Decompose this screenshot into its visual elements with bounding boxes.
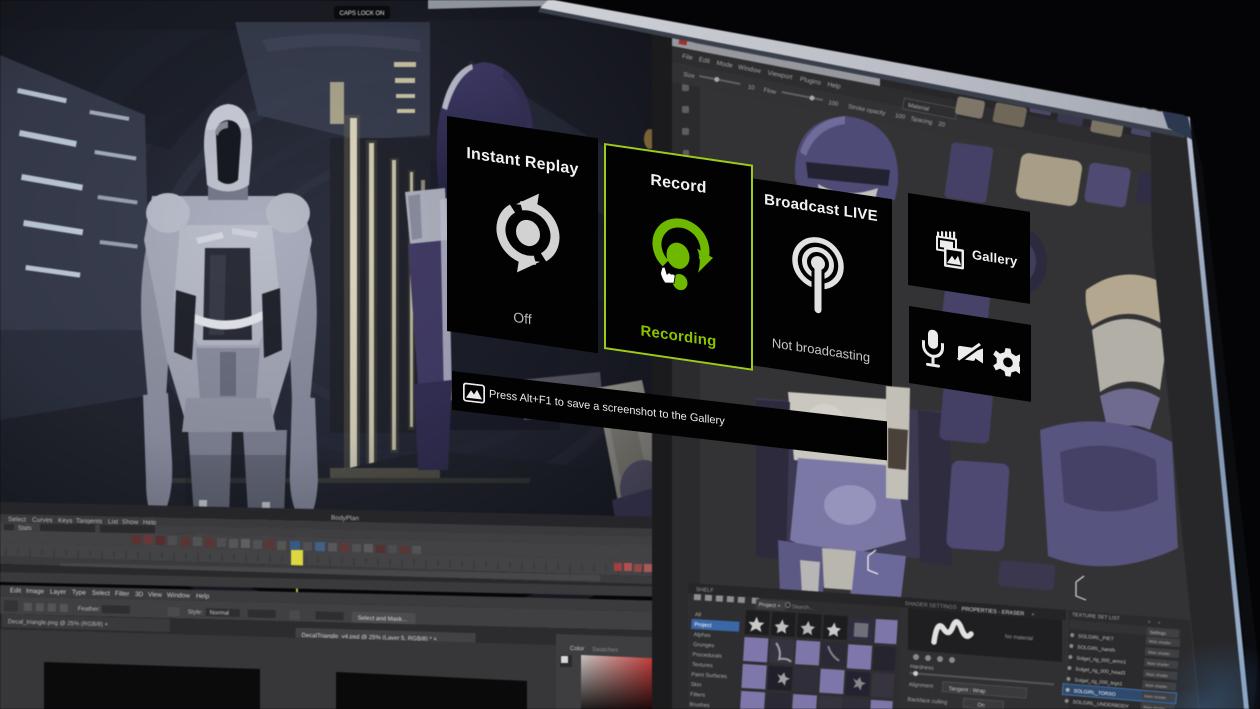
svg-text:Edit: Edit	[10, 587, 22, 594]
svg-text:All: All	[695, 612, 701, 618]
svg-text:×: ×	[1157, 620, 1160, 626]
svg-text:Color: Color	[570, 646, 585, 652]
svg-text:Window: Window	[167, 592, 191, 600]
svg-text:Image: Image	[26, 588, 45, 596]
svg-text:CAPS LOCK ON: CAPS LOCK ON	[339, 11, 384, 17]
svg-text:Filters: Filters	[690, 692, 706, 699]
svg-text:3D: 3D	[135, 591, 144, 598]
svg-text:Layer: Layer	[50, 588, 67, 596]
svg-text:View: View	[148, 591, 162, 598]
svg-text:Skin: Skin	[690, 682, 701, 689]
svg-text:Normal: Normal	[210, 610, 230, 617]
svg-text:Project: Project	[694, 622, 712, 629]
svg-text:Filter: Filter	[115, 590, 130, 597]
svg-text:Help: Help	[196, 593, 210, 600]
svg-text:SHELF: SHELF	[696, 587, 715, 594]
svg-text:Select: Select	[92, 590, 110, 598]
svg-text:Type: Type	[72, 589, 87, 596]
svg-text:≡: ≡	[1147, 619, 1150, 625]
svg-text:Swatches: Swatches	[592, 647, 618, 654]
svg-text:Style:: Style:	[188, 610, 204, 616]
svg-text:Alphas: Alphas	[694, 632, 711, 639]
svg-text:BodyPlan: BodyPlan	[331, 515, 359, 523]
svg-text:Textures: Textures	[692, 662, 713, 669]
svg-text:Feather:: Feather:	[78, 606, 101, 613]
svg-text:Brushes: Brushes	[689, 702, 710, 709]
svg-text:On: On	[977, 702, 985, 709]
svg-text:×: ×	[1031, 612, 1035, 618]
